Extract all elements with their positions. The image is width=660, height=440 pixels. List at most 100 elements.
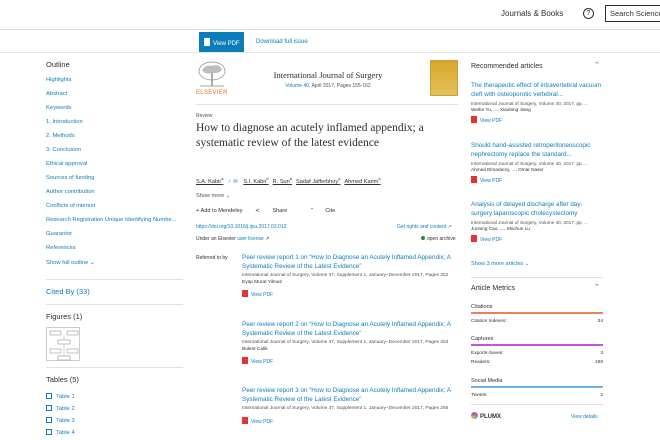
recommended-title-link[interactable]: The therapeutic effect of intravertebral… [471,81,603,99]
peer-review-source: International Journal of Surgery, Volume… [242,340,449,345]
outline-item[interactable]: Highlights [46,77,186,91]
user-license-link[interactable]: user license [237,236,264,242]
article-toolbar [0,31,660,53]
author-list: S.A. Kabira♂ ✉ S.I. Kabirb R. Suna Sadaf J… [196,176,385,185]
outline-item[interactable]: 3. Conclusion [46,147,186,161]
quote-icon: “ [310,208,313,214]
open-access-icon [421,236,425,240]
plumx-logo[interactable]: PLUMX [471,412,501,420]
view-pdf-label: View PDF [480,237,503,243]
outline-item[interactable]: Sources of funding [46,175,186,189]
view-pdf-label: View PDF [480,118,503,124]
outline-item[interactable]: References [46,245,186,259]
peer-review-title-link[interactable]: Peer review report 3 on “How to Diagnose… [242,386,462,404]
peer-review-source: International Journal of Surgery, Volume… [242,273,449,278]
show-full-outline-link[interactable]: Show full outline ⌄ [46,260,186,266]
cited-by-link[interactable]: Cited By (33) [46,287,90,296]
affiliation-marker: a [221,176,224,181]
show-more-toggle[interactable]: Show more ⌄ [196,193,231,199]
outline-item[interactable]: Author contribution [46,189,186,203]
pdf-icon [471,176,477,183]
table-icon [46,429,52,435]
view-pdf-link[interactable]: View PDF [242,417,462,425]
outline-item[interactable]: Research Registration Unique Identifying… [46,217,186,231]
author-link[interactable]: R. Suna [273,176,292,185]
add-to-mendeley-button[interactable]: + Add to Mendeley [196,208,243,214]
person-icon: ♂ ✉ [227,178,240,185]
outline-panel: Outline Highlights Abstract Keywords 1. Int… [46,60,186,266]
divider [196,104,458,105]
captures-bar [471,344,603,346]
rights-link[interactable]: Get rights and content ↗ [397,224,452,230]
figure-thumbnail[interactable] [46,327,80,361]
peer-review-title-link[interactable]: Peer review report 2 on “How to Diagnose… [242,320,462,338]
help-icon[interactable]: ? [583,8,594,19]
download-issue-link[interactable]: Download full issue [256,39,308,45]
peer-review-title-link[interactable]: Peer review report 1 on “How to Diagnose… [242,253,462,271]
tweets-label: Tweets: [471,393,488,398]
chevron-up-icon[interactable]: ⌃ [594,61,600,69]
author-link[interactable]: Ahmed Karima [344,176,380,185]
journal-cover-image[interactable] [430,60,458,96]
citation-indexes-label: Citation Indexes: [471,319,507,324]
author-link[interactable]: S.I. Kabirb [243,176,268,185]
outline-item[interactable]: Abstract [46,91,186,105]
recommended-article: Analysis of delayed discharge after day-… [471,200,603,243]
recommended-title-link[interactable]: Analysis of delayed discharge after day-… [471,200,603,218]
table-link-label: Table 3 [56,418,75,424]
recommended-source: International Journal of Surgery, Volume… [471,161,589,166]
view-pdf-label: View PDF [213,41,240,47]
doi-link[interactable]: https://doi.org/10.1016/j.ijsu.2017.03.0… [196,224,286,230]
table-link-label: Table 4 [56,430,75,436]
view-pdf-button[interactable]: View PDF [199,32,244,52]
divider [46,304,183,305]
outline-item[interactable]: Conflicts of interest [46,203,186,217]
peer-review-author: Bulent Calik [242,347,268,352]
table-icon [46,405,52,411]
view-pdf-link[interactable]: View PDF [242,357,462,365]
exports-label: Exports-Saves: [471,351,504,356]
outline-list: Highlights Abstract Keywords 1. Introductio… [46,77,186,259]
journals-books-link[interactable]: Journals & Books [501,9,563,18]
recommended-title-link[interactable]: Should hand-assisted retroperitoneoscopi… [471,141,603,159]
citations-bar [471,312,603,314]
citation-indexes-value: 34 [597,319,603,324]
outline-item[interactable]: Ethical approval [46,161,186,175]
cite-button[interactable]: “ Cite [311,208,346,214]
pdf-icon [471,235,477,242]
author-link[interactable]: S.A. Kabira [196,176,224,185]
table-link[interactable]: Table 3 [46,417,75,424]
outline-item[interactable]: Keywords [46,105,186,119]
show-more-articles-label: Show 3 more articles [471,261,524,267]
view-pdf-label: View PDF [251,419,274,425]
recommended-article: The therapeutic effect of intravertebral… [471,81,603,124]
volume-link[interactable]: Volume 40 [285,83,309,89]
share-label: Share [272,208,288,214]
view-pdf-link[interactable]: View PDF [471,176,603,184]
search-input[interactable]: Search ScienceDirect [605,5,660,22]
author-name: S.I. Kabir [243,178,267,185]
table-icon [46,417,52,423]
figures-title: Figures (1) [46,312,83,321]
table-link[interactable]: Table 2 [46,405,75,412]
divider [46,367,183,368]
table-link[interactable]: Table 1 [46,393,75,400]
journal-title[interactable]: International Journal of Surgery [228,70,428,80]
pdf-icon [204,38,210,46]
view-pdf-link[interactable]: View PDF [242,290,462,298]
show-more-articles-link[interactable]: Show 3 more articles ⌄ [471,261,529,267]
chevron-up-icon[interactable]: ⌃ [594,283,600,291]
author-name: S.A. Kabir [196,178,222,185]
outline-item[interactable]: 1. Introduction [46,119,186,133]
share-button[interactable]: ≺ Share [255,208,298,214]
article-metrics-title: Article Metrics [471,285,515,292]
tweets-value: 2 [600,393,603,398]
view-pdf-link[interactable]: View PDF [471,235,603,243]
recommended-source: International Journal of Surgery, Volume… [471,220,589,225]
outline-item[interactable]: 2. Methods [46,133,186,147]
view-details-link[interactable]: View details [571,414,598,420]
author-link[interactable]: Sadaf Jafferbhoya [296,176,340,185]
outline-item[interactable]: Guarantor [46,231,186,245]
view-pdf-link[interactable]: View PDF [471,116,603,124]
table-link[interactable]: Table 4 [46,429,75,436]
